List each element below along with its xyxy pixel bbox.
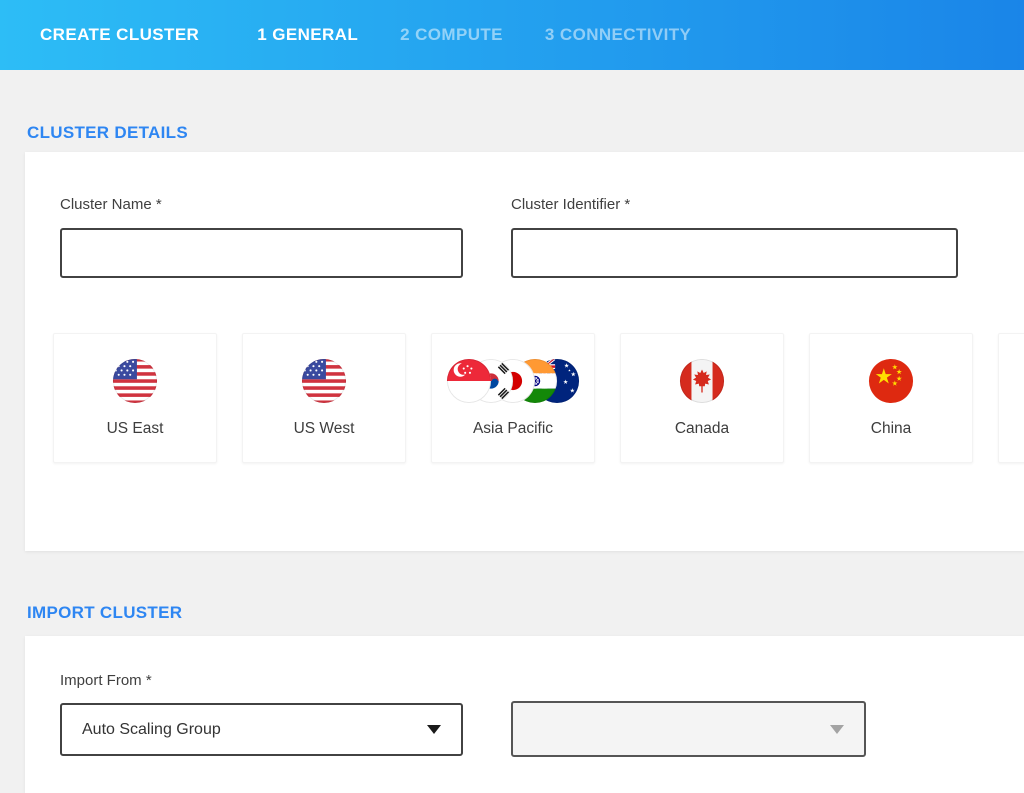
region-label: Asia Pacific bbox=[473, 420, 553, 438]
page-title: CREATE CLUSTER bbox=[40, 25, 199, 45]
region-label: China bbox=[871, 420, 912, 438]
region-tile-row: US East US West Asia Pacific Canada Chin… bbox=[53, 333, 1024, 463]
import-from-label: Import From * bbox=[60, 672, 152, 689]
region-label: US West bbox=[294, 420, 355, 438]
region-tile-canada[interactable]: Canada bbox=[620, 333, 784, 463]
region-tile-us-west[interactable]: US West bbox=[242, 333, 406, 463]
import-secondary-select[interactable] bbox=[511, 701, 866, 757]
china-flag-icon bbox=[868, 358, 914, 404]
tab-general[interactable]: 1 GENERAL bbox=[257, 25, 358, 45]
cluster-identifier-input[interactable] bbox=[511, 228, 958, 278]
import-cluster-card: Import From * Auto Scaling Group bbox=[25, 636, 1024, 793]
asia-pacific-flags-icon bbox=[446, 358, 580, 404]
chevron-down-icon bbox=[427, 725, 441, 734]
region-tile-us-east[interactable]: US East bbox=[53, 333, 217, 463]
cluster-details-heading: CLUSTER DETAILS bbox=[27, 123, 188, 143]
region-tile-partial[interactable] bbox=[998, 333, 1024, 463]
us-flag-icon bbox=[301, 358, 347, 404]
cluster-details-card: Cluster Name * Cluster Identifier * US E… bbox=[25, 152, 1024, 551]
tab-compute[interactable]: 2 COMPUTE bbox=[400, 25, 503, 45]
region-tile-china[interactable]: China bbox=[809, 333, 973, 463]
cluster-name-input[interactable] bbox=[60, 228, 463, 278]
import-from-select[interactable]: Auto Scaling Group bbox=[60, 703, 463, 756]
cluster-identifier-label: Cluster Identifier * bbox=[511, 196, 630, 213]
wizard-step-tabs: 1 GENERAL 2 COMPUTE 3 CONNECTIVITY bbox=[257, 25, 691, 45]
region-tile-asia-pacific[interactable]: Asia Pacific bbox=[431, 333, 595, 463]
cluster-name-label: Cluster Name * bbox=[60, 196, 162, 213]
wizard-header: CREATE CLUSTER 1 GENERAL 2 COMPUTE 3 CON… bbox=[0, 0, 1024, 70]
import-from-selected-value: Auto Scaling Group bbox=[82, 721, 427, 739]
chevron-down-icon bbox=[830, 725, 844, 734]
import-cluster-heading: IMPORT CLUSTER bbox=[27, 603, 182, 623]
singapore-flag-icon bbox=[446, 358, 492, 404]
region-label: US East bbox=[107, 420, 164, 438]
tab-connectivity[interactable]: 3 CONNECTIVITY bbox=[545, 25, 691, 45]
us-flag-icon bbox=[112, 358, 158, 404]
canada-flag-icon bbox=[679, 358, 725, 404]
region-label: Canada bbox=[675, 420, 729, 438]
